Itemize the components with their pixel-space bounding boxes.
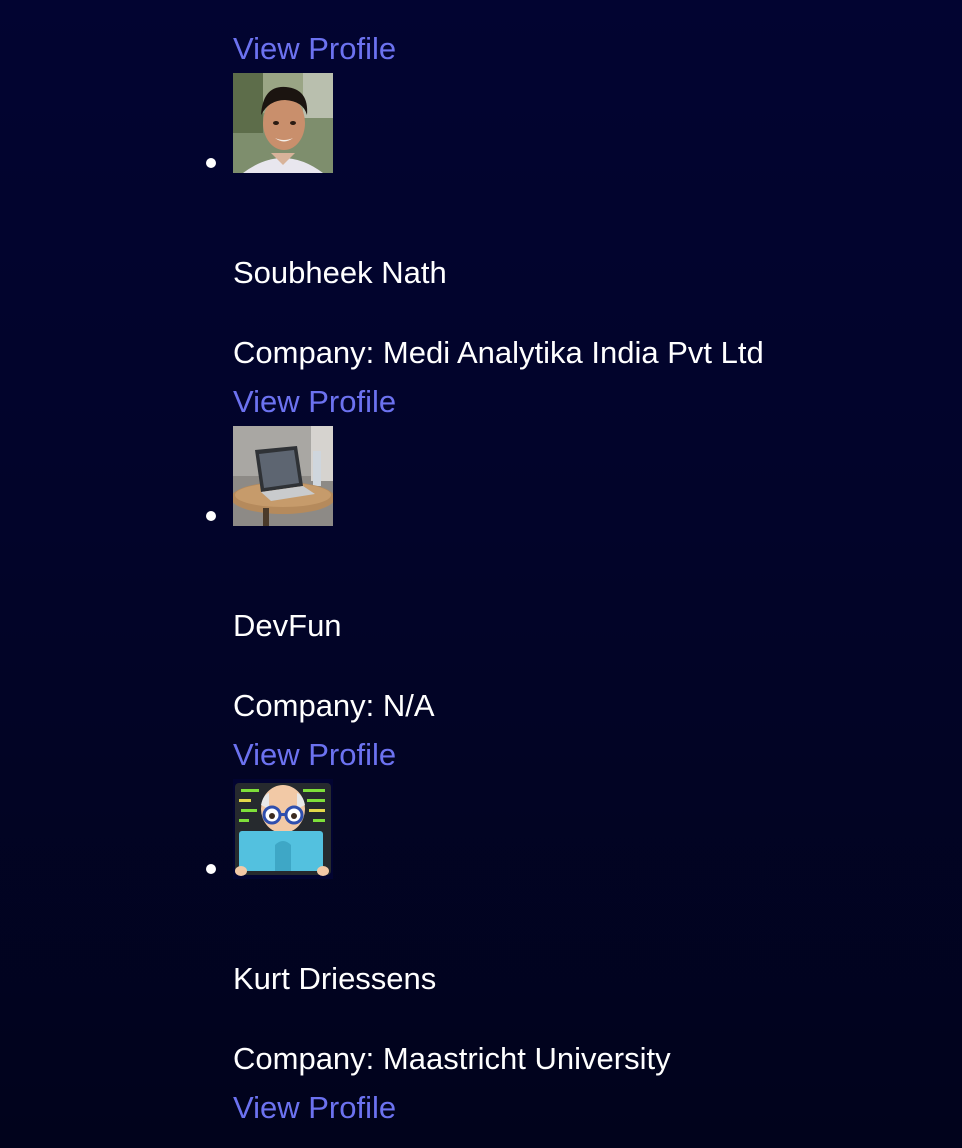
list-bullet <box>206 511 216 521</box>
coder-emoji-icon <box>233 779 333 879</box>
laptop-photo-icon <box>233 426 333 526</box>
avatar <box>233 779 333 879</box>
profile-name: Soubheek Nath <box>233 255 447 290</box>
avatar <box>233 426 333 526</box>
list-bullet <box>206 158 216 168</box>
profile-company: Company: Maastricht University <box>233 1041 671 1076</box>
view-profile-link[interactable]: View Profile <box>233 1088 396 1128</box>
list-item: DevFun Company: N/A View Profile <box>0 426 962 779</box>
avatar <box>233 73 333 173</box>
profile-name: DevFun <box>233 608 342 643</box>
list-item: Kurt Driessens Company: Maastricht Unive… <box>0 779 962 1132</box>
view-profile-link[interactable]: View Profile <box>233 29 396 69</box>
person-photo-icon <box>233 73 333 173</box>
list-bullet <box>206 864 216 874</box>
view-profile-link[interactable]: View Profile <box>233 735 396 775</box>
profile-name: Kurt Driessens <box>233 961 437 996</box>
profile-company: Company: Medi Analytika India Pvt Ltd <box>233 335 764 370</box>
list-item: Soubheek Nath Company: Medi Analytika In… <box>0 73 962 426</box>
view-profile-link[interactable]: View Profile <box>233 382 396 422</box>
profile-company: Company: N/A <box>233 688 435 723</box>
